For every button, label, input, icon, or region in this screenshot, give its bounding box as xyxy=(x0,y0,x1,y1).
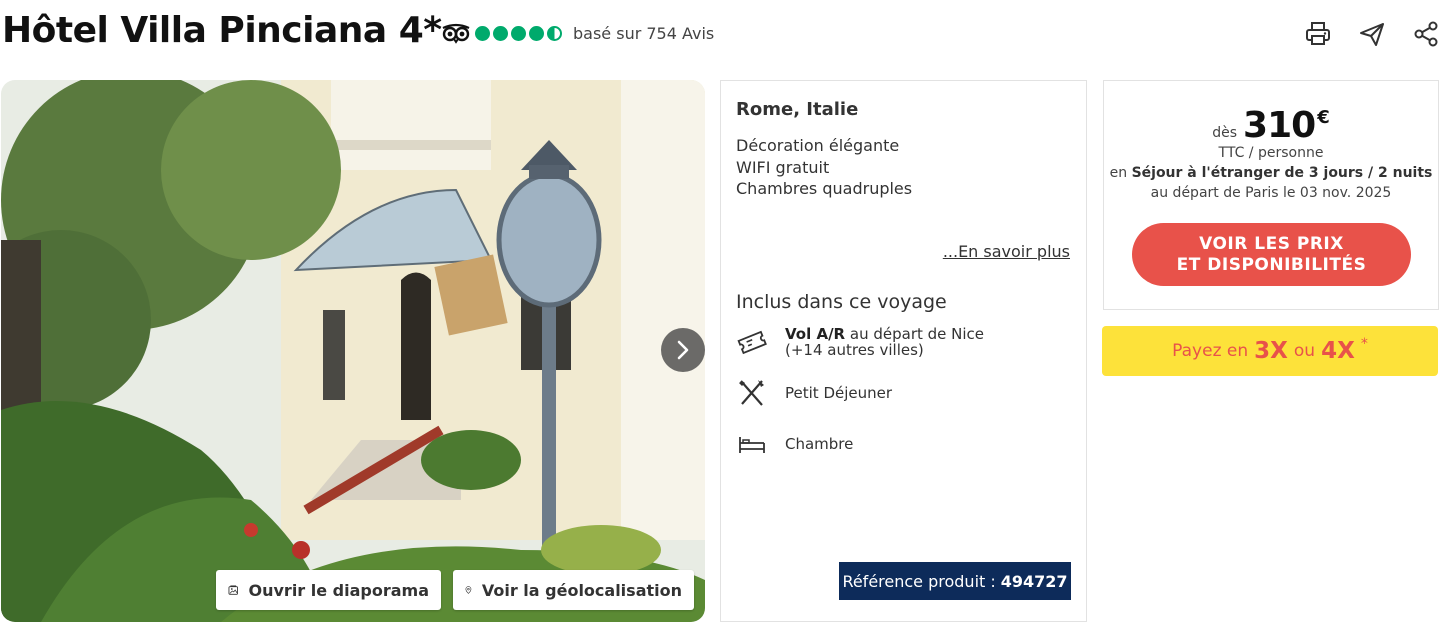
printer-icon[interactable] xyxy=(1304,20,1332,48)
open-slideshow-label: Ouvrir le diaporama xyxy=(248,580,430,600)
feature-item: WIFI gratuit xyxy=(736,157,830,177)
included-flight: Vol A/R au départ de Nice (+14 autres vi… xyxy=(736,326,984,358)
rating-bubble-full xyxy=(511,25,526,41)
price-stay-prefix: en xyxy=(1109,165,1128,181)
geolocation-button[interactable]: Voir la géolocalisation xyxy=(453,570,694,610)
hotel-photo[interactable]: Ouvrir le diaporama Voir la géolocalisat… xyxy=(1,80,705,622)
pay-connector: ou xyxy=(1293,341,1316,361)
open-slideshow-button[interactable]: Ouvrir le diaporama xyxy=(216,570,441,610)
geolocation-label: Voir la géolocalisation xyxy=(481,580,682,600)
header-actions xyxy=(1304,20,1440,48)
rating-bubble-half xyxy=(547,25,562,41)
chevron-right-icon xyxy=(677,340,689,360)
feature-item: Chambres quadruples xyxy=(736,179,913,198)
see-prices-button[interactable]: VOIR LES PRIX ET DISPONIBILITÉS xyxy=(1132,223,1411,286)
share-icon[interactable] xyxy=(1412,20,1440,48)
pay-prefix: Payez en xyxy=(1172,341,1249,361)
price-from: dès xyxy=(1212,125,1238,141)
flight-line2: (+14 autres villes) xyxy=(785,341,924,359)
tripadvisor-owl-icon xyxy=(442,23,470,44)
room-text: Chambre xyxy=(785,435,854,453)
cta-line2: ET DISPONIBILITÉS xyxy=(1176,254,1367,275)
hotel-photo-image xyxy=(1,80,705,622)
included-title: Inclus dans ce voyage xyxy=(736,291,947,313)
pay-star: * xyxy=(1360,336,1368,352)
rating-bubble-full xyxy=(475,25,490,41)
ticket-icon xyxy=(737,330,767,355)
send-icon[interactable] xyxy=(1358,20,1386,48)
rating-bubble-full xyxy=(493,25,508,41)
pay-option-4x: 4X xyxy=(1321,338,1355,364)
included-meal: Petit Déjeuner xyxy=(736,378,892,408)
flight-text: Vol A/R au départ de Nice (+14 autres vi… xyxy=(785,326,984,358)
reference-label: Référence produit : xyxy=(842,571,996,591)
price-card: dès 310 € TTC / personne en Séjour à l'é… xyxy=(1103,80,1439,310)
reference-value: 494727 xyxy=(1000,571,1068,591)
gallery-icon xyxy=(228,585,238,595)
cta-line1: VOIR LES PRIX xyxy=(1199,233,1344,254)
meal-text: Petit Déjeuner xyxy=(785,384,893,402)
price-ttc: TTC / personne xyxy=(1218,145,1324,161)
tripadvisor-rating[interactable]: basé sur 754 Avis xyxy=(441,22,714,44)
hotel-title: Hôtel Villa Pinciana 4* xyxy=(2,10,442,51)
product-reference-badge: Référence produit : 494727 xyxy=(839,562,1071,600)
price-stay: en Séjour à l'étranger de 3 jours / 2 nu… xyxy=(1104,165,1438,181)
rating-bubbles xyxy=(475,25,562,41)
map-pin-icon xyxy=(465,586,472,594)
bed-icon xyxy=(739,437,765,453)
feature-item: Décoration élégante xyxy=(736,136,900,155)
hotel-info-card: Rome, Italie Décoration élégante WIFI gr… xyxy=(720,80,1087,622)
price-amount: 310 xyxy=(1243,105,1316,146)
pay-option-3x: 3X xyxy=(1254,338,1288,364)
price-stay-bold: Séjour à l'étranger de 3 jours / 2 nuits xyxy=(1131,165,1433,181)
installment-payment-banner[interactable]: Payez en 3X ou 4X * xyxy=(1102,326,1438,376)
reviews-count[interactable]: basé sur 754 Avis xyxy=(573,24,714,43)
carousel-next-button[interactable] xyxy=(661,328,705,372)
price-currency: € xyxy=(1317,107,1330,128)
price-line: dès 310 € xyxy=(1104,105,1438,146)
price-departure: au départ de Paris le 03 nov. 2025 xyxy=(1150,185,1392,201)
included-room: Chambre xyxy=(736,429,853,459)
hotel-location: Rome, Italie xyxy=(736,99,859,120)
read-more-link[interactable]: ...En savoir plus xyxy=(943,242,1070,261)
fork-knife-icon xyxy=(739,380,764,406)
page-header: Hôtel Villa Pinciana 4* basé sur 754 Avi… xyxy=(0,0,1440,68)
rating-bubble-full xyxy=(529,25,544,41)
hotel-features: Décoration élégante WIFI gratuit Chambre… xyxy=(736,135,912,200)
